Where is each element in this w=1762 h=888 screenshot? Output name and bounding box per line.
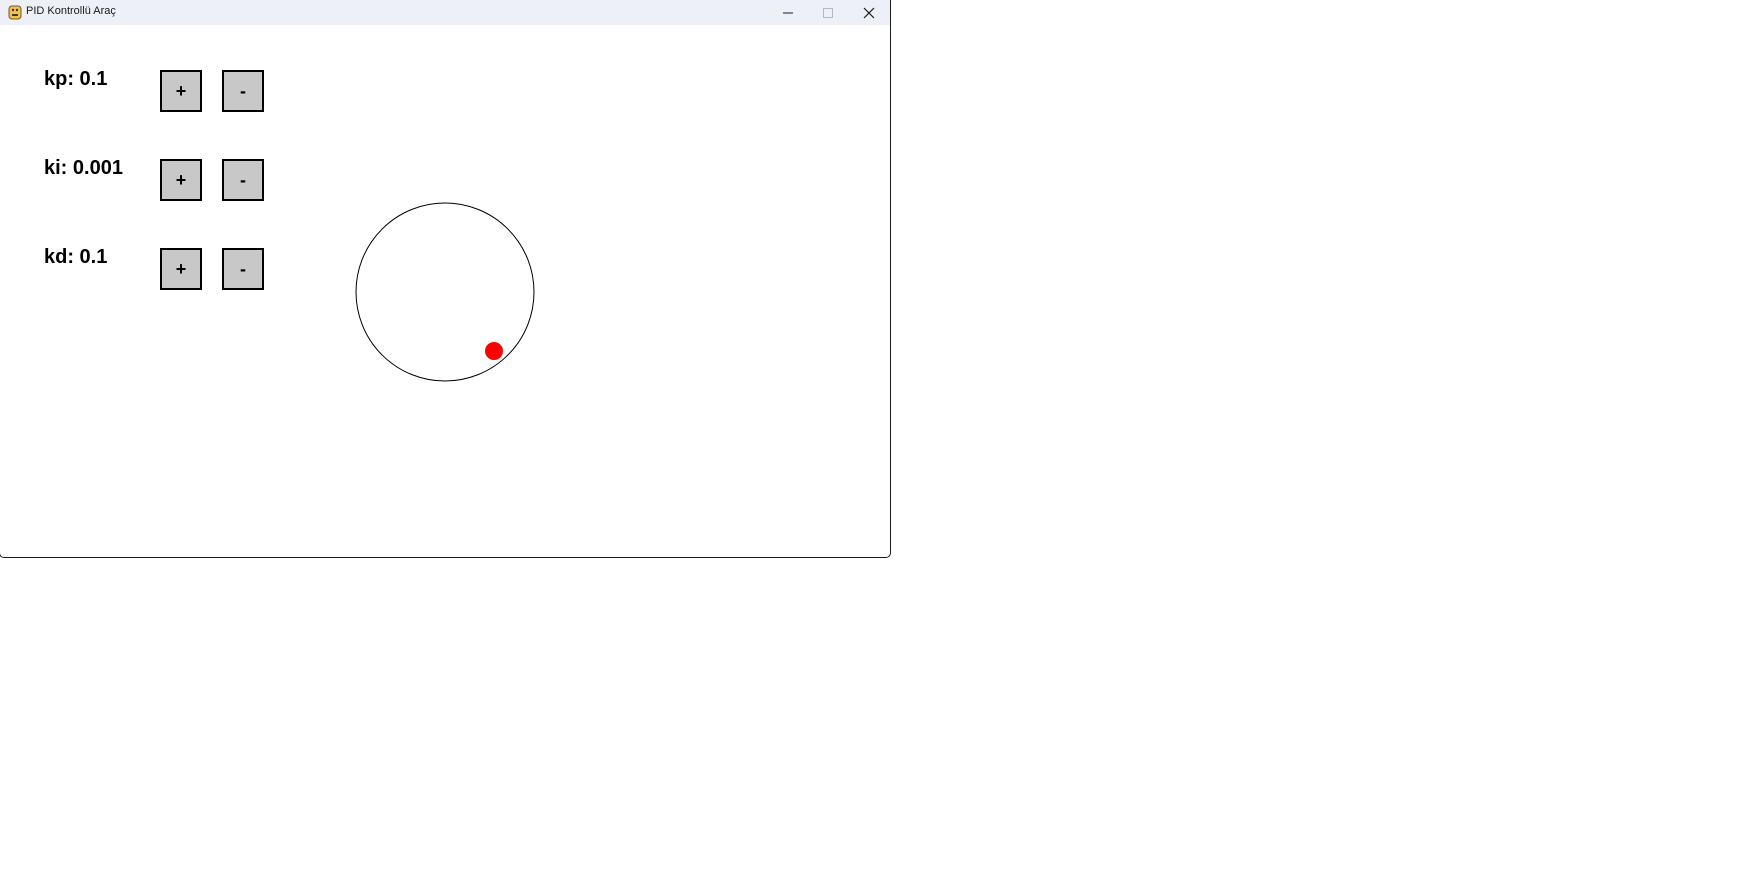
close-icon xyxy=(863,7,875,18)
track-circle xyxy=(355,202,535,382)
close-button[interactable] xyxy=(849,0,889,25)
python-icon xyxy=(8,5,22,20)
window-title: PID Kontrollü Araç xyxy=(26,5,116,17)
simulation-canvas xyxy=(355,202,535,382)
minimize-icon xyxy=(783,12,793,13)
maximize-button[interactable] xyxy=(808,0,848,25)
minimize-button[interactable] xyxy=(768,0,808,25)
app-window: PID Kontrollü Araç kp: 0.1 + - ki: 0.001… xyxy=(0,0,890,557)
vehicle-dot xyxy=(485,342,503,360)
maximize-icon xyxy=(823,7,833,18)
title-bar[interactable]: PID Kontrollü Araç xyxy=(0,0,890,25)
